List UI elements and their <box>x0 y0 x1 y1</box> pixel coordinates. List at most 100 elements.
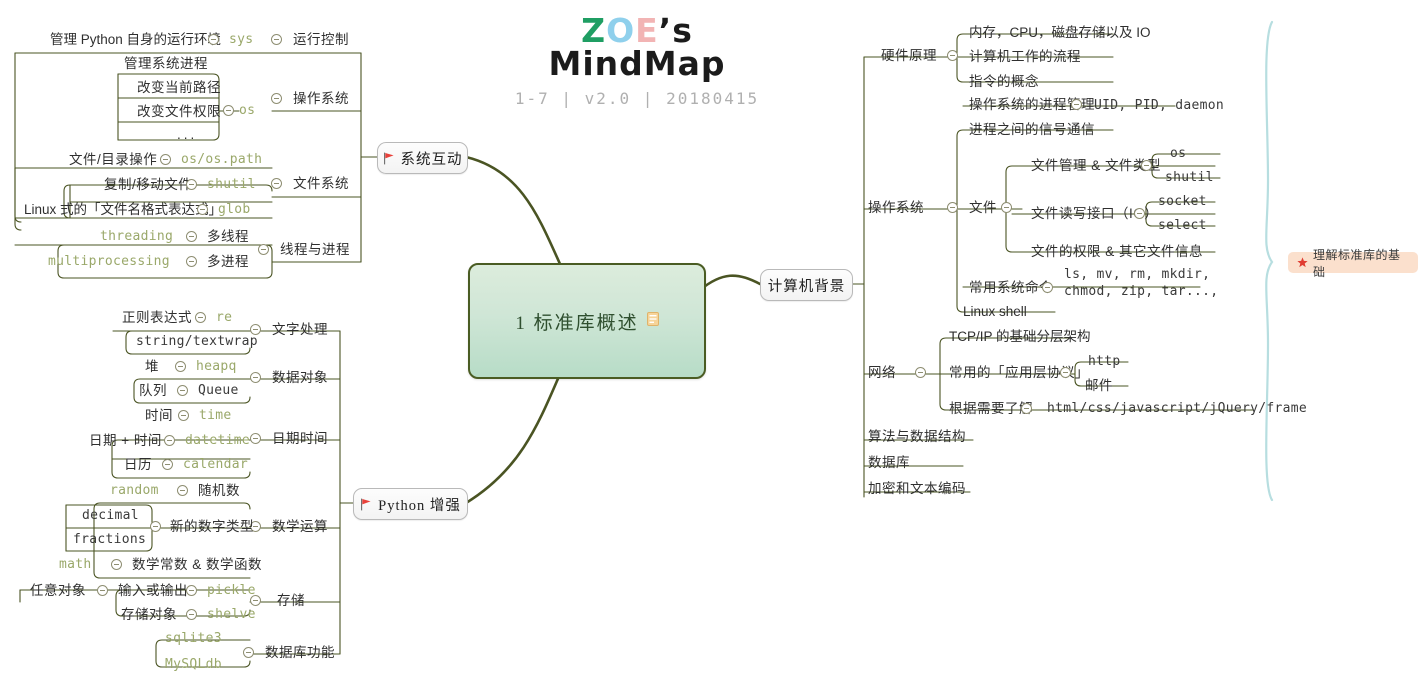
module-http[interactable]: http <box>1088 355 1121 368</box>
category-label-text-processing[interactable]: 文字处理 <box>272 323 328 337</box>
category-label-math-operations[interactable]: 数学运算 <box>272 520 328 534</box>
module-select[interactable]: select <box>1158 219 1207 232</box>
toggle-date-time[interactable] <box>250 433 261 444</box>
toggle-file-system[interactable] <box>271 178 282 189</box>
toggle-thread-process[interactable] <box>258 244 269 255</box>
leaf-computer-workflow[interactable]: 计算机工作的流程 <box>969 50 1081 64</box>
module-os-right[interactable]: os <box>1170 147 1186 160</box>
toggle-os-process-management[interactable] <box>1071 99 1082 110</box>
leaf-ellipsis[interactable]: ... <box>177 128 197 142</box>
toggle-operating-system[interactable] <box>271 93 282 104</box>
toggle-database-feature[interactable] <box>243 647 254 658</box>
leaf-linux-shell[interactable]: Linux shell <box>963 305 1027 319</box>
module-pickle[interactable]: pickle <box>207 584 256 597</box>
module-string-textwrap[interactable]: string/textwrap <box>136 335 258 348</box>
category-label-algorithms-data-structures[interactable]: 算法与数据结构 <box>868 430 966 444</box>
category-label-operating-system-right[interactable]: 操作系统 <box>868 201 924 215</box>
toggle-time[interactable] <box>178 410 189 421</box>
toggle-os[interactable] <box>223 105 234 116</box>
toggle-pickle[interactable] <box>186 585 197 596</box>
leaf-copy-move-file[interactable]: 复制/移动文件 <box>104 178 192 192</box>
module-socket[interactable]: socket <box>1158 195 1207 208</box>
module-shutil-right[interactable]: shutil <box>1165 171 1214 184</box>
value-web-technologies[interactable]: html/css/javascript/jQuery/frame <box>1047 402 1307 415</box>
leaf-file-permission-info[interactable]: 文件的权限 & 其它文件信息 <box>1031 245 1203 259</box>
toggle-os-ospath[interactable] <box>160 154 171 165</box>
toggle-hardware-principle[interactable] <box>947 50 958 61</box>
module-sqlite3[interactable]: sqlite3 <box>165 632 222 645</box>
toggle-runtime-control[interactable] <box>271 34 282 45</box>
toggle-operating-system-right[interactable] <box>947 202 958 213</box>
category-label-data-objects[interactable]: 数据对象 <box>272 371 328 385</box>
category-label-database[interactable]: 数据库 <box>868 456 910 470</box>
toggle-file[interactable] <box>1001 202 1012 213</box>
module-multiprocessing[interactable]: multiprocessing <box>48 255 170 268</box>
leaf-change-file-permission[interactable]: 改变文件权限 <box>137 105 221 119</box>
leaf-random-number[interactable]: 随机数 <box>198 484 240 498</box>
leaf-calendar-label[interactable]: 日历 <box>124 458 152 472</box>
leaf-manage-python-runtime[interactable]: 管理 Python 自身的运行环境 <box>50 33 221 47</box>
leaf-multiprocess[interactable]: 多进程 <box>207 255 249 269</box>
toggle-application-layer-protocols[interactable] <box>1060 367 1071 378</box>
toggle-network[interactable] <box>915 367 926 378</box>
toggle-file-io-interface[interactable] <box>1134 208 1145 219</box>
category-label-network[interactable]: 网络 <box>868 366 896 380</box>
leaf-date-plus-time[interactable]: 日期 + 时间 <box>89 434 162 448</box>
module-glob[interactable]: glob <box>218 203 251 216</box>
category-label-runtime-control[interactable]: 运行控制 <box>293 33 349 47</box>
category-label-operating-system[interactable]: 操作系统 <box>293 92 349 106</box>
toggle-multiprocessing[interactable] <box>186 256 197 267</box>
central-node[interactable]: 1 标准库概述 <box>468 263 706 379</box>
note-icon[interactable] <box>646 311 659 331</box>
toggle-math[interactable] <box>111 559 122 570</box>
branch-node-python-enhance[interactable]: Python 增强 <box>353 488 468 520</box>
module-shelve[interactable]: shelve <box>207 608 256 621</box>
module-Queue[interactable]: Queue <box>198 384 239 397</box>
toggle-learn-as-needed[interactable] <box>1021 403 1032 414</box>
toggle-sys[interactable] <box>208 34 219 45</box>
leaf-inter-process-signal[interactable]: 进程之间的信号通信 <box>969 123 1095 137</box>
toggle-input-output[interactable] <box>97 585 108 596</box>
toggle-random[interactable] <box>177 485 188 496</box>
toggle-queue[interactable] <box>177 385 188 396</box>
category-label-encryption-text-encoding[interactable]: 加密和文本编码 <box>868 482 966 496</box>
leaf-email[interactable]: 邮件 <box>1085 379 1113 393</box>
toggle-threading[interactable] <box>186 231 197 242</box>
module-threading[interactable]: threading <box>100 230 173 243</box>
leaf-store-object[interactable]: 存储对象 <box>121 608 177 622</box>
module-heapq[interactable]: heapq <box>196 360 237 373</box>
toggle-shutil[interactable] <box>186 179 197 190</box>
module-os[interactable]: os <box>239 104 255 117</box>
toggle-calendar[interactable] <box>162 459 173 470</box>
leaf-arbitrary-object[interactable]: 任意对象 <box>30 584 86 598</box>
module-sys[interactable]: sys <box>229 33 253 46</box>
module-fractions[interactable]: fractions <box>73 533 146 546</box>
leaf-tcpip-layers[interactable]: TCP/IP 的基础分层架构 <box>949 330 1091 344</box>
module-os-ospath[interactable]: os/os.path <box>181 153 262 166</box>
category-label-database-feature[interactable]: 数据库功能 <box>265 646 335 660</box>
toggle-re[interactable] <box>195 312 206 323</box>
module-calendar[interactable]: calendar <box>183 458 248 471</box>
module-MySQLdb[interactable]: MySQLdb <box>165 658 222 671</box>
module-decimal[interactable]: decimal <box>82 509 139 522</box>
value-syscmd-line2[interactable]: chmod, zip, tar..., <box>1064 285 1218 298</box>
leaf-manage-system-process[interactable]: 管理系统进程 <box>124 57 208 71</box>
toggle-glob[interactable] <box>197 204 208 215</box>
category-label-file-system[interactable]: 文件系统 <box>293 177 349 191</box>
module-shutil[interactable]: shutil <box>207 178 256 191</box>
leaf-multithread[interactable]: 多线程 <box>207 230 249 244</box>
leaf-new-number-type[interactable]: 新的数字类型 <box>170 520 254 534</box>
toggle-new-number-type[interactable] <box>150 521 161 532</box>
leaf-instruction-concept[interactable]: 指令的概念 <box>969 75 1039 89</box>
value-syscmd-line1[interactable]: ls, mv, rm, mkdir, <box>1064 268 1210 281</box>
toggle-shelve[interactable] <box>186 609 197 620</box>
category-label-date-time[interactable]: 日期时间 <box>272 432 328 446</box>
category-label-thread-process[interactable]: 线程与进程 <box>280 243 350 257</box>
summary-badge[interactable]: 理解标准库的基础 <box>1288 248 1418 279</box>
toggle-file-mgmt-and-types[interactable] <box>1141 160 1152 171</box>
leaf-file[interactable]: 文件 <box>969 201 997 215</box>
leaf-common-system-commands[interactable]: 常用系统命令 <box>969 281 1053 295</box>
toggle-datetime[interactable] <box>164 435 175 446</box>
toggle-data-objects[interactable] <box>250 372 261 383</box>
leaf-queue-label[interactable]: 队列 <box>139 384 167 398</box>
